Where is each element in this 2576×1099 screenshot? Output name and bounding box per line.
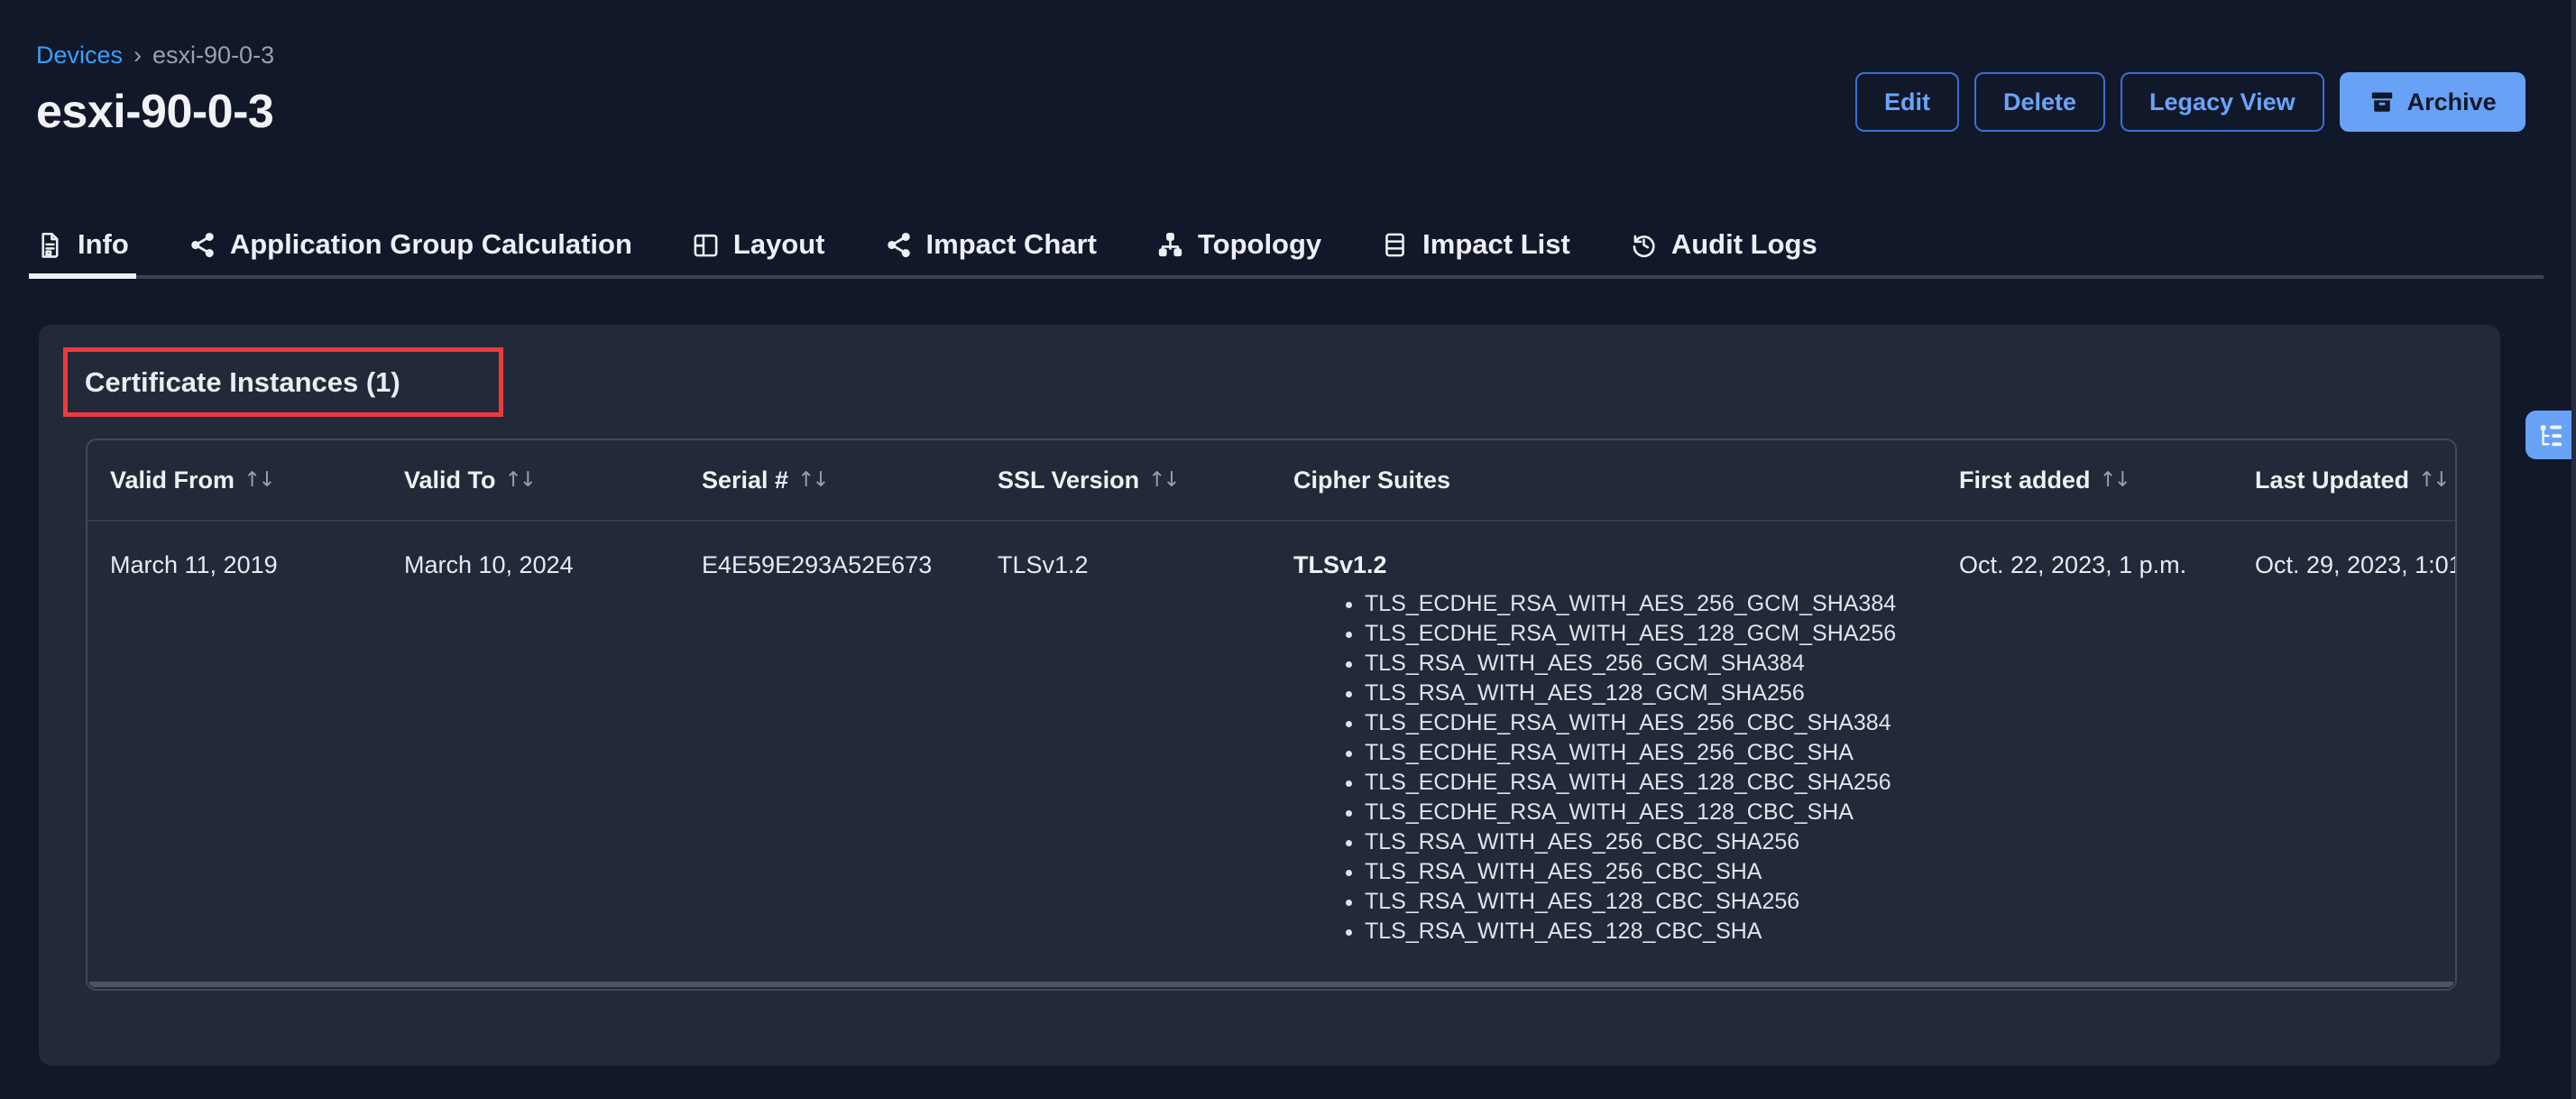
column-header-valid-to[interactable]: Valid To ↑↓ [404,466,702,494]
page-title: esxi-90-0-3 [36,85,273,139]
tab-topology[interactable]: Topology [1156,215,1321,274]
list-tree-icon [2537,421,2565,449]
column-header-last-updated[interactable]: Last Updated ↑↓ [2255,466,2455,494]
table-header-row: Valid From ↑↓ Valid To ↑↓ Serial # ↑↓ SS… [87,440,2455,520]
column-label: Last Updated [2255,466,2409,494]
column-label: SSL Version [998,466,1139,494]
tab-label: Impact List [1422,228,1570,261]
sort-icon[interactable]: ↑↓ [244,468,273,492]
sort-icon[interactable]: ↑↓ [505,468,535,492]
tab-label: Impact Chart [926,228,1097,261]
column-header-serial[interactable]: Serial # ↑↓ [702,466,998,494]
annotation-highlight: Certificate Instances (1) [63,347,503,417]
sort-icon[interactable]: ↑↓ [797,468,827,492]
tab-label: Info [78,228,129,261]
tree-view-button[interactable] [2525,411,2576,459]
cipher-suite-item: TLS_RSA_WITH_AES_256_CBC_SHA256 [1365,827,1959,857]
horizontal-scrollbar[interactable] [89,982,2453,987]
tab-label: Audit Logs [1671,228,1817,261]
cell-valid-from: March 11, 2019 [87,551,404,579]
certificate-instances-table: Valid From ↑↓ Valid To ↑↓ Serial # ↑↓ SS… [86,439,2457,991]
breadcrumb-separator: › [133,42,142,69]
archive-button[interactable]: Archive [2340,72,2525,132]
cipher-suite-item: TLS_ECDHE_RSA_WITH_AES_128_CBC_SHA256 [1365,768,1959,798]
column-header-cipher-suites: Cipher Suites [1293,466,1959,494]
sort-icon[interactable]: ↑↓ [2418,468,2448,492]
cipher-suite-item: TLS_RSA_WITH_AES_128_CBC_SHA256 [1365,887,1959,917]
cipher-suite-list: TLS_ECDHE_RSA_WITH_AES_256_GCM_SHA384TLS… [1293,589,1959,947]
tab-label: Application Group Calculation [230,228,632,261]
tab-label: Layout [733,228,825,261]
cipher-suite-item: TLS_ECDHE_RSA_WITH_AES_128_GCM_SHA256 [1365,619,1959,649]
table-list-icon [1381,231,1409,259]
sitemap-icon [1156,231,1184,259]
column-label: Cipher Suites [1293,466,1450,494]
archive-button-label: Archive [2407,88,2497,116]
layout-icon [692,231,720,259]
tab-application-group-calculation[interactable]: Application Group Calculation [189,215,632,274]
history-icon [1630,231,1658,259]
cell-last-updated: Oct. 29, 2023, 1:01 [2255,551,2455,579]
table-row: March 11, 2019 March 10, 2024 E4E59E293A… [87,520,2455,991]
tab-impact-list[interactable]: Impact List [1381,215,1570,274]
tabbar-divider [36,275,2544,279]
share-nodes-icon [189,231,216,259]
cipher-suite-item: TLS_RSA_WITH_AES_256_GCM_SHA384 [1365,649,1959,679]
tab-label: Topology [1198,228,1321,261]
cipher-suite-item: TLS_ECDHE_RSA_WITH_AES_256_GCM_SHA384 [1365,589,1959,619]
tab-bar: Info Application Group Calculation Layou… [36,215,1817,274]
breadcrumb-devices-link[interactable]: Devices [36,42,123,69]
cipher-suite-item: TLS_ECDHE_RSA_WITH_AES_128_CBC_SHA [1365,798,1959,827]
section-title: Certificate Instances (1) [68,366,400,399]
breadcrumb-current: esxi-90-0-3 [152,42,274,69]
cell-serial: E4E59E293A52E673 [702,551,998,579]
breadcrumb: Devices › esxi-90-0-3 [36,42,274,69]
device-detail-page: { "colors": { "page_bg": "#11182a", "car… [0,0,2576,1099]
tab-audit-logs[interactable]: Audit Logs [1630,215,1817,274]
cipher-suite-item: TLS_ECDHE_RSA_WITH_AES_256_CBC_SHA384 [1365,708,1959,738]
column-header-first-added[interactable]: First added ↑↓ [1959,466,2255,494]
cell-first-added: Oct. 22, 2023, 1 p.m. [1959,551,2255,579]
legacy-view-button[interactable]: Legacy View [2121,72,2324,132]
cipher-suite-item: TLS_RSA_WITH_AES_128_GCM_SHA256 [1365,679,1959,708]
cipher-protocol: TLSv1.2 [1293,551,1959,579]
cell-cipher-suites: TLSv1.2 TLS_ECDHE_RSA_WITH_AES_256_GCM_S… [1293,551,1959,947]
cipher-suite-item: TLS_RSA_WITH_AES_128_CBC_SHA [1365,917,1959,947]
file-icon [36,231,64,259]
sort-icon[interactable]: ↑↓ [1148,468,1178,492]
vertical-scrollbar[interactable] [2571,0,2576,1099]
column-header-ssl-version[interactable]: SSL Version ↑↓ [998,466,1293,494]
column-label: First added [1959,466,2091,494]
share-nodes-icon [885,231,913,259]
tab-info[interactable]: Info [36,215,129,274]
cell-ssl-version: TLSv1.2 [998,551,1293,579]
tab-impact-chart[interactable]: Impact Chart [885,215,1097,274]
archive-icon [2369,88,2396,115]
edit-button[interactable]: Edit [1855,72,1959,132]
delete-button[interactable]: Delete [1974,72,2105,132]
cell-valid-to: March 10, 2024 [404,551,702,579]
tab-layout[interactable]: Layout [692,215,825,274]
cipher-suite-item: TLS_ECDHE_RSA_WITH_AES_256_CBC_SHA [1365,738,1959,768]
column-label: Valid To [404,466,496,494]
cipher-suite-item: TLS_RSA_WITH_AES_256_CBC_SHA [1365,857,1959,887]
column-label: Serial # [702,466,788,494]
sort-icon[interactable]: ↑↓ [2100,468,2130,492]
column-header-valid-from[interactable]: Valid From ↑↓ [87,466,404,494]
action-buttons: Edit Delete Legacy View Archive [1855,72,2525,132]
certificate-instances-card: Certificate Instances (1) Valid From ↑↓ … [39,325,2500,1066]
column-label: Valid From [110,466,235,494]
